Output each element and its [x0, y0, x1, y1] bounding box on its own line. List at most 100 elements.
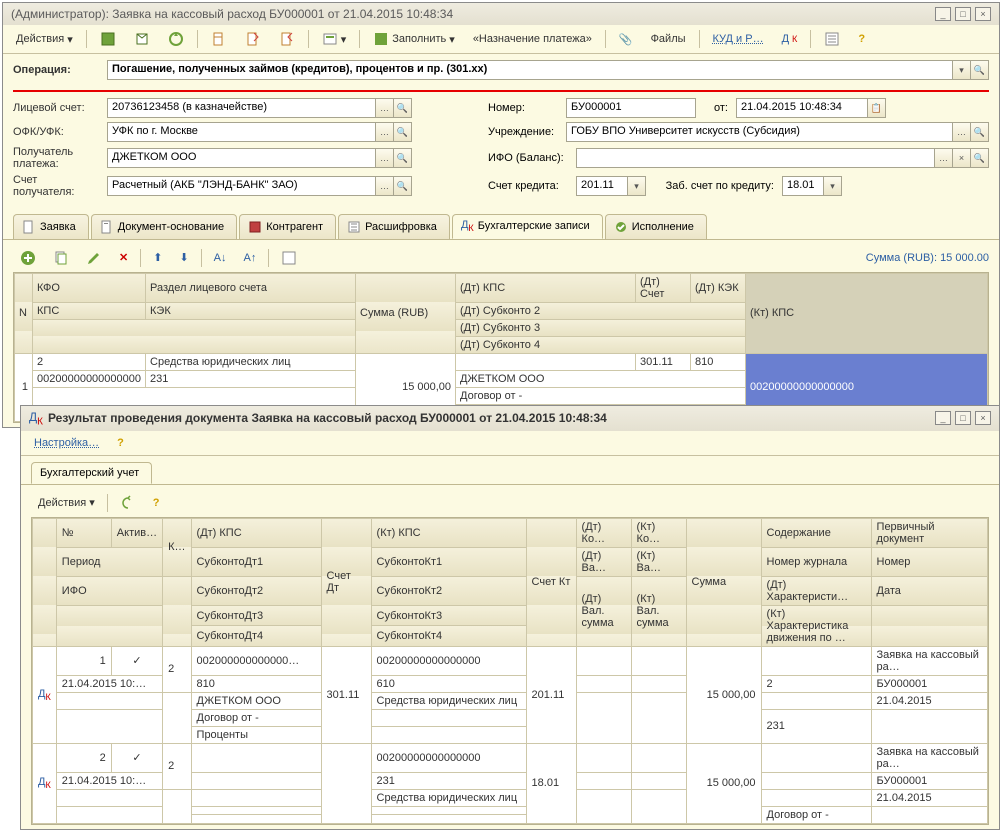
- ifo-field[interactable]: … × 🔍: [576, 148, 989, 168]
- grid-total: Сумма (RUB): 15 000.00: [866, 252, 989, 264]
- search-icon[interactable]: 🔍: [393, 149, 411, 167]
- tool-icon-4[interactable]: [204, 28, 234, 50]
- delete-button[interactable]: ✕: [112, 248, 135, 267]
- help-icon[interactable]: ?: [851, 30, 872, 48]
- main-window: (Администратор): Заявка на кассовый расх…: [2, 2, 1000, 428]
- tab-counterparty[interactable]: Контрагент: [239, 214, 336, 238]
- dtkt-icon: ДК: [33, 743, 57, 823]
- ellipsis-icon[interactable]: …: [375, 99, 393, 117]
- ls-label: Лицевой счет:: [13, 102, 99, 114]
- tool-icon-3[interactable]: [161, 28, 191, 50]
- ifo-label: ИФО (Баланс):: [488, 152, 568, 164]
- tool-icon-2[interactable]: [127, 28, 157, 50]
- payee-label: Получатель платежа:: [13, 146, 99, 170]
- tab-request[interactable]: Заявка: [13, 214, 89, 238]
- date-field[interactable]: 21.04.2015 10:48:34 📋: [736, 98, 886, 118]
- actions-menu[interactable]: Действия ▾: [31, 493, 102, 512]
- ofk-label: ОФК/УФК:: [13, 126, 99, 138]
- sort-az-icon[interactable]: A↓: [207, 249, 234, 267]
- add-button[interactable]: [13, 247, 43, 269]
- ofk-field[interactable]: УФК по г. Москве … 🔍: [107, 122, 412, 142]
- minimize-button[interactable]: _: [935, 411, 951, 425]
- credit-field[interactable]: 201.11 ▾: [576, 176, 646, 196]
- down-arrow-icon[interactable]: ⬇: [172, 248, 195, 267]
- search-icon[interactable]: 🔍: [393, 177, 411, 195]
- search-icon[interactable]: 🔍: [970, 123, 988, 141]
- up-arrow-icon[interactable]: ⬆: [146, 248, 169, 267]
- tab-doc[interactable]: Документ-основание: [91, 214, 237, 238]
- payee-field[interactable]: ДЖЕТКОМ ООО … 🔍: [107, 148, 412, 168]
- dropdown-icon[interactable]: ▾: [627, 177, 645, 195]
- table-row[interactable]: ДК 1✓ 2 002000000000000…301.11 002000000…: [33, 646, 988, 675]
- dtkt-icon: ДК: [33, 646, 57, 743]
- zab-label: Заб. счет по кредиту:: [654, 180, 774, 192]
- search-icon[interactable]: 🔍: [393, 123, 411, 141]
- ellipsis-icon[interactable]: …: [375, 123, 393, 141]
- dropdown-icon[interactable]: ▾: [952, 61, 970, 79]
- chevron-down-icon: ▾: [67, 33, 73, 46]
- operation-field[interactable]: Погашение, полученных займов (кредитов),…: [107, 60, 989, 80]
- edit-button[interactable]: [79, 247, 109, 269]
- operation-label: Операция:: [13, 64, 99, 76]
- tab-execution[interactable]: Исполнение: [605, 214, 707, 238]
- table-row[interactable]: ДК 2✓ 2 0020000000000000018.01 15 000,00…: [33, 743, 988, 772]
- ellipsis-icon[interactable]: …: [375, 177, 393, 195]
- result-grid[interactable]: № Актив… К… (Дт) КПС Счет Дт (Кт) КПС Сч…: [31, 517, 989, 825]
- grid-extra-icon[interactable]: [274, 247, 304, 269]
- tool-icon-1[interactable]: [93, 28, 123, 50]
- grid-toolbar: ✕ ⬆ ⬇ A↓ A↑ Сумма (RUB): 15 000.00: [13, 244, 989, 272]
- journal-icon[interactable]: [817, 28, 847, 50]
- copy-button[interactable]: [46, 247, 76, 269]
- result-modal: ДК Результат проведения документа Заявка…: [18, 405, 1002, 830]
- attach-icon[interactable]: 📎: [612, 30, 640, 49]
- help-icon[interactable]: ?: [146, 494, 167, 512]
- search-icon[interactable]: 🔍: [970, 61, 988, 79]
- close-button[interactable]: ×: [975, 411, 991, 425]
- modal-titlebar[interactable]: ДК Результат проведения документа Заявка…: [21, 406, 999, 431]
- number-field[interactable]: БУ000001: [566, 98, 696, 118]
- account-field[interactable]: Расчетный (АКБ "ЛЭНД-БАНК" ЗАО) … 🔍: [107, 176, 412, 196]
- settings-link[interactable]: Настройка…: [27, 434, 106, 452]
- sort-za-icon[interactable]: A↑: [237, 249, 264, 267]
- org-label: Учреждение:: [488, 126, 558, 138]
- table-row[interactable]: 1 2 Средства юридических лиц 15 000,00 3…: [15, 353, 988, 370]
- number-label: Номер:: [488, 102, 558, 114]
- ellipsis-icon[interactable]: …: [375, 149, 393, 167]
- clear-icon[interactable]: ×: [952, 149, 970, 167]
- tab-accounting[interactable]: Бухгалтерский учет: [31, 462, 152, 484]
- dtkt-icon[interactable]: ДК: [775, 30, 805, 48]
- tool-icon-7[interactable]: ▾: [315, 28, 354, 50]
- refresh-icon[interactable]: [113, 492, 143, 514]
- payment-purpose-button[interactable]: «Назначение платежа»: [466, 30, 599, 48]
- tool-icon-5[interactable]: [238, 28, 268, 50]
- close-button[interactable]: ×: [975, 7, 991, 21]
- tab-entries[interactable]: ДКБухгалтерские записи: [452, 214, 603, 238]
- ellipsis-icon[interactable]: …: [934, 149, 952, 167]
- ls-field[interactable]: 20736123458 (в казначействе) … 🔍: [107, 98, 412, 118]
- kudir-link[interactable]: КУД и Р…: [706, 30, 771, 48]
- fill-button[interactable]: Заполнить ▾: [366, 28, 462, 50]
- zab-field[interactable]: 18.01 ▾: [782, 176, 842, 196]
- tabs: Заявка Документ-основание Контрагент Рас…: [3, 208, 999, 238]
- dropdown-icon[interactable]: ▾: [823, 177, 841, 195]
- calendar-icon[interactable]: 📋: [867, 99, 885, 117]
- ot-label: от:: [704, 102, 728, 114]
- actions-menu[interactable]: Действия ▾: [9, 30, 80, 49]
- maximize-button[interactable]: □: [955, 411, 971, 425]
- dtkt-icon: ДК: [29, 410, 43, 427]
- tab-deciph[interactable]: Расшифровка: [338, 214, 450, 238]
- account-label: Счет получателя:: [13, 174, 99, 198]
- maximize-button[interactable]: □: [955, 7, 971, 21]
- credit-label: Счет кредита:: [488, 180, 568, 192]
- help-icon[interactable]: ?: [110, 434, 131, 452]
- search-icon[interactable]: 🔍: [970, 149, 988, 167]
- tool-icon-6[interactable]: [272, 28, 302, 50]
- search-icon[interactable]: 🔍: [393, 99, 411, 117]
- entries-grid[interactable]: N КФО Раздел лицевого счета Сумма (RUB) …: [13, 272, 989, 423]
- ellipsis-icon[interactable]: …: [952, 123, 970, 141]
- org-field[interactable]: ГОБУ ВПО Университет искусств (Субсидия)…: [566, 122, 989, 142]
- minimize-button[interactable]: _: [935, 7, 951, 21]
- main-toolbar: Действия ▾ ▾ Заполнить ▾ «Назначение пла…: [3, 25, 999, 54]
- main-titlebar[interactable]: (Администратор): Заявка на кассовый расх…: [3, 3, 999, 25]
- files-button[interactable]: Файлы: [644, 30, 693, 48]
